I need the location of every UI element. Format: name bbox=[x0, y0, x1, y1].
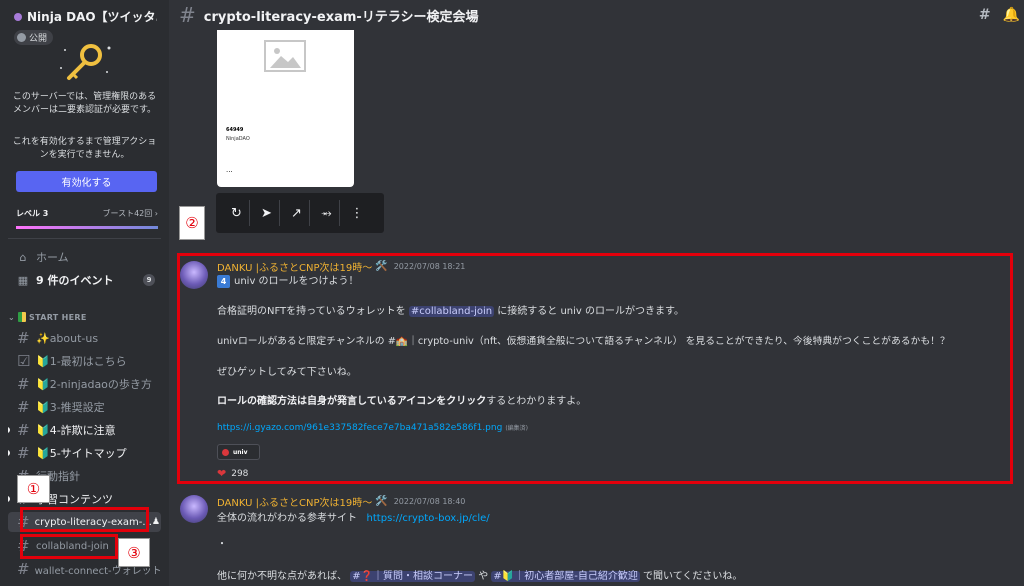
send-icon[interactable]: ➤ bbox=[254, 200, 280, 226]
bell-icon[interactable]: 🔔 bbox=[1003, 7, 1020, 23]
embed-card[interactable]: 64949 NinjaDAO ... bbox=[217, 30, 354, 187]
hash-icon: # bbox=[17, 560, 30, 578]
globe-icon bbox=[17, 33, 26, 42]
message-2: DANKU |ふるさとCNP次は19時〜 🛠️ 2022/07/08 18:40… bbox=[176, 492, 1016, 586]
refresh-icon[interactable]: ↻ bbox=[224, 200, 250, 226]
more-options-icon[interactable]: ⋮ bbox=[344, 200, 370, 226]
channel-label: 🔰5-サイトマップ bbox=[36, 447, 127, 460]
nav-home[interactable]: ⌂ ホーム bbox=[8, 247, 161, 267]
category-label: START HERE bbox=[29, 312, 87, 322]
message-header: DANKU |ふるさとCNP次は19時〜 🛠️ 2022/07/08 18:40 bbox=[217, 494, 465, 509]
channel-label: ✨about-us bbox=[36, 331, 99, 345]
nav-events-label: 9 件のイベント bbox=[36, 274, 114, 287]
channel-label: 🔰3-推奨設定 bbox=[36, 401, 105, 414]
role-tool-icon: 🛠️ bbox=[375, 496, 388, 507]
channel-mention[interactable]: #❓｜質問・相談コーナー bbox=[350, 571, 476, 582]
hash-icon: # bbox=[179, 3, 196, 27]
annotation-number-1: ① bbox=[17, 475, 50, 503]
beginner-leaf-icon bbox=[18, 312, 27, 322]
share-icon[interactable]: ⥇ bbox=[314, 200, 340, 226]
channel-3-settings[interactable]: # 🔰3-推奨設定 bbox=[8, 397, 161, 417]
timestamp: 2022/07/08 18:40 bbox=[393, 497, 466, 506]
key-illustration-icon bbox=[60, 44, 111, 80]
unread-indicator bbox=[8, 427, 10, 433]
hash-icon: # bbox=[17, 421, 30, 439]
server-boost-icon bbox=[14, 12, 22, 21]
boost-progress-bar bbox=[16, 226, 158, 229]
channel-1-start[interactable]: ☑ 🔰1-最初はこちら bbox=[8, 351, 161, 371]
channel-label: 🔰4-詐欺に注意 bbox=[36, 424, 116, 437]
hash-icon: # bbox=[17, 375, 30, 393]
enable-2fa-button[interactable]: 有効化する bbox=[16, 171, 157, 192]
channel-label: 🔰2-ninjadaoの歩き方 bbox=[36, 378, 152, 391]
unread-indicator bbox=[8, 450, 10, 456]
message-text: で聞いてくださいね。 bbox=[639, 571, 743, 582]
public-badge: 公開 bbox=[14, 30, 54, 45]
card-line-3: ... bbox=[226, 166, 233, 174]
home-icon: ⌂ bbox=[19, 250, 27, 264]
2fa-notice-detail: これを有効化するまで管理アクションを実行できません。 bbox=[12, 137, 157, 160]
channel-sidebar: Ninja DAO【ツイッタ... ⌄ 公開 このサーバーでは、管理権限のあるメ… bbox=[0, 0, 169, 586]
channel-mention[interactable]: #🔰｜初心者部屋-自己紹介歓迎 bbox=[491, 571, 640, 582]
message-line: 全体の流れがわかる参考サイト https://crypto-box.jp/cle… bbox=[217, 509, 490, 524]
rules-icon: ☑ bbox=[17, 352, 31, 370]
message-text: 他に何か不明な点があれば、 bbox=[217, 571, 351, 582]
server-header[interactable]: Ninja DAO【ツイッタ... ⌄ 公開 bbox=[0, 0, 169, 45]
channel-header: # crypto-literacy-exam-リテラシー検定会場 # 🔔 bbox=[169, 0, 1024, 30]
chevron-down-icon: ⌄ bbox=[8, 312, 16, 322]
level-label: レベル 3 bbox=[16, 209, 49, 218]
message-line: ・ bbox=[217, 539, 227, 550]
annotation-number-3: ③ bbox=[118, 538, 150, 567]
message-line: 他に何か不明な点があれば、 #❓｜質問・相談コーナー や #🔰｜初心者部屋-自己… bbox=[217, 567, 742, 582]
nav-events[interactable]: ▦ 9 件のイベント 9 bbox=[8, 270, 161, 290]
image-placeholder-icon bbox=[264, 40, 306, 72]
hash-icon: # bbox=[17, 329, 30, 347]
boost-level-row[interactable]: レベル 3 ブースト42回 › bbox=[16, 208, 158, 219]
card-line-2: NinjaDAO bbox=[226, 136, 250, 142]
annotation-box-1 bbox=[20, 507, 149, 532]
events-count-badge: 9 bbox=[143, 274, 155, 286]
2fa-notice: このサーバーでは、管理権限のあるメンバーは二要素認証が必要です。 bbox=[12, 92, 157, 115]
annotation-number-2: ② bbox=[179, 206, 205, 240]
card-line-1: 64949 bbox=[226, 127, 244, 133]
nav-home-label: ホーム bbox=[36, 251, 69, 264]
channel-2-ninjadao[interactable]: # 🔰2-ninjadaoの歩き方 bbox=[8, 374, 161, 394]
calendar-icon: ▦ bbox=[17, 273, 29, 287]
divider bbox=[8, 238, 161, 239]
hash-icon: # bbox=[17, 398, 30, 416]
channel-about-us[interactable]: # ✨about-us bbox=[8, 328, 161, 348]
open-external-icon[interactable]: ↗ bbox=[284, 200, 310, 226]
unread-indicator bbox=[8, 496, 10, 502]
message-text: や bbox=[475, 571, 492, 582]
boost-count[interactable]: ブースト42回 › bbox=[102, 208, 158, 219]
threads-icon[interactable]: # bbox=[979, 7, 991, 23]
annotation-box-2 bbox=[177, 253, 1013, 484]
message-text: 全体の流れがわかる参考サイト bbox=[217, 513, 357, 524]
hash-icon: # bbox=[17, 444, 30, 462]
channel-label: 🔰1-最初はこちら bbox=[36, 355, 127, 368]
avatar[interactable] bbox=[180, 495, 208, 523]
add-member-icon[interactable]: ♟ bbox=[152, 517, 160, 527]
image-action-toolbar: ↻ ➤ ↗ ⥇ ⋮ bbox=[216, 193, 384, 233]
server-name-row[interactable]: Ninja DAO【ツイッタ... ⌄ bbox=[14, 8, 157, 25]
header-toolbar: # 🔔 bbox=[979, 7, 1020, 23]
server-name: Ninja DAO【ツイッタ... bbox=[27, 10, 157, 24]
public-label: 公開 bbox=[29, 34, 48, 44]
channel-4-scam[interactable]: # 🔰4-詐欺に注意 bbox=[8, 420, 161, 440]
reference-link[interactable]: https://crypto-box.jp/cle/ bbox=[367, 513, 490, 524]
channel-5-sitemap[interactable]: # 🔰5-サイトマップ bbox=[8, 443, 161, 463]
annotation-box-3 bbox=[20, 534, 118, 559]
username[interactable]: DANKU |ふるさとCNP次は19時〜 bbox=[217, 494, 372, 509]
discord-app: Ninja DAO【ツイッタ... ⌄ 公開 このサーバーでは、管理権限のあるメ… bbox=[0, 0, 1024, 586]
category-start-here[interactable]: ⌄ START HERE bbox=[8, 312, 87, 322]
channel-title: crypto-literacy-exam-リテラシー検定会場 bbox=[203, 9, 479, 25]
